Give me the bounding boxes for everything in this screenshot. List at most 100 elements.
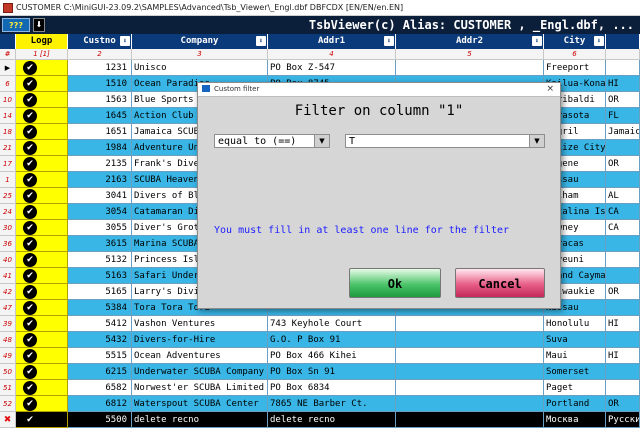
- custno-cell[interactable]: 3041: [68, 188, 132, 204]
- table-row[interactable]: 52 ✔ 6812 Waterspout SCUBA Center 7865 NE Ba…: [0, 396, 640, 412]
- logp-cell[interactable]: ✔: [16, 172, 68, 188]
- cancel-button[interactable]: Cancel: [455, 268, 545, 298]
- custno-cell[interactable]: 5500: [68, 412, 132, 428]
- custno-cell[interactable]: 1984: [68, 140, 132, 156]
- row-number[interactable]: 47: [0, 300, 16, 316]
- table-row[interactable]: 49 ✔ 5515 Ocean Adventures PO Box 466 Kihei M…: [0, 348, 640, 364]
- logp-cell[interactable]: ✔: [16, 220, 68, 236]
- custno-cell[interactable]: 3615: [68, 236, 132, 252]
- custno-cell[interactable]: 6215: [68, 364, 132, 380]
- addr1-cell[interactable]: delete recno: [268, 412, 396, 428]
- custno-cell[interactable]: 3054: [68, 204, 132, 220]
- row-number[interactable]: 41: [0, 268, 16, 284]
- operator-select[interactable]: equal to (==) ▼: [214, 134, 330, 148]
- company-cell[interactable]: Norwest'er SCUBA Limited: [132, 380, 268, 396]
- state-cell[interactable]: [606, 332, 640, 348]
- addr2-cell[interactable]: [396, 60, 544, 76]
- company-cell[interactable]: Ocean Adventures: [132, 348, 268, 364]
- row-number[interactable]: 49: [0, 348, 16, 364]
- check-icon[interactable]: ✔: [23, 61, 37, 75]
- row-number[interactable]: 25: [0, 188, 16, 204]
- state-cell[interactable]: [606, 140, 640, 156]
- city-cell[interactable]: Maui: [544, 348, 606, 364]
- check-icon[interactable]: ✔: [23, 221, 37, 235]
- city-cell[interactable]: Suva: [544, 332, 606, 348]
- check-icon[interactable]: ✔: [23, 317, 37, 331]
- addr2-cell[interactable]: [396, 348, 544, 364]
- custno-cell[interactable]: 5412: [68, 316, 132, 332]
- check-icon[interactable]: ✔: [23, 413, 37, 427]
- company-cell[interactable]: Underwater SCUBA Company: [132, 364, 268, 380]
- close-icon[interactable]: ×: [546, 83, 554, 96]
- addr1-cell[interactable]: G.O. P Box 91: [268, 332, 396, 348]
- table-row[interactable]: 48 ✔ 5432 Divers-for-Hire G.O. P Box 91 Suva: [0, 332, 640, 348]
- custno-cell[interactable]: 1645: [68, 108, 132, 124]
- custno-cell[interactable]: 1510: [68, 76, 132, 92]
- state-cell[interactable]: [606, 380, 640, 396]
- addr1-cell[interactable]: PO Box 466 Kihei: [268, 348, 396, 364]
- custno-cell[interactable]: 2163: [68, 172, 132, 188]
- check-icon[interactable]: ✔: [23, 125, 37, 139]
- row-number[interactable]: 10: [0, 92, 16, 108]
- logp-cell[interactable]: ✔: [16, 332, 68, 348]
- logp-cell[interactable]: ✔: [16, 316, 68, 332]
- state-cell[interactable]: [606, 364, 640, 380]
- addr1-cell[interactable]: 7865 NE Barber Ct.: [268, 396, 396, 412]
- col-header-addr1[interactable]: Addr1 ⬇: [268, 34, 396, 49]
- custno-cell[interactable]: 5132: [68, 252, 132, 268]
- city-cell[interactable]: Portland: [544, 396, 606, 412]
- state-cell[interactable]: CA: [606, 220, 640, 236]
- check-icon[interactable]: ✔: [23, 285, 37, 299]
- custno-cell[interactable]: 6812: [68, 396, 132, 412]
- row-number[interactable]: 39: [0, 316, 16, 332]
- state-cell[interactable]: OR: [606, 156, 640, 172]
- state-cell[interactable]: [606, 268, 640, 284]
- row-number[interactable]: 6: [0, 76, 16, 92]
- col-header-addr2[interactable]: Addr2 ⬇: [396, 34, 544, 49]
- company-cell[interactable]: Waterspout SCUBA Center: [132, 396, 268, 412]
- row-number[interactable]: 40: [0, 252, 16, 268]
- check-icon[interactable]: ✔: [23, 333, 37, 347]
- filter-value-select[interactable]: T ▼: [345, 134, 545, 148]
- row-number[interactable]: ✖: [0, 412, 16, 428]
- row-number[interactable]: ▶: [0, 60, 16, 76]
- check-icon[interactable]: ✔: [23, 397, 37, 411]
- state-cell[interactable]: OR: [606, 396, 640, 412]
- custno-cell[interactable]: 5432: [68, 332, 132, 348]
- city-cell[interactable]: Paget: [544, 380, 606, 396]
- check-icon[interactable]: ✔: [23, 93, 37, 107]
- state-cell[interactable]: AL: [606, 188, 640, 204]
- row-number[interactable]: 51: [0, 380, 16, 396]
- logp-cell[interactable]: ✔: [16, 252, 68, 268]
- table-row[interactable]: 39 ✔ 5412 Vashon Ventures 743 Keyhole Court H…: [0, 316, 640, 332]
- row-number[interactable]: 30: [0, 220, 16, 236]
- state-cell[interactable]: HI: [606, 316, 640, 332]
- addr2-cell[interactable]: [396, 396, 544, 412]
- logp-cell[interactable]: ✔: [16, 124, 68, 140]
- custno-cell[interactable]: 3055: [68, 220, 132, 236]
- sort-down-icon[interactable]: ⬇: [594, 36, 604, 46]
- row-number[interactable]: 18: [0, 124, 16, 140]
- check-icon[interactable]: ✔: [23, 77, 37, 91]
- state-cell[interactable]: HI: [606, 348, 640, 364]
- city-cell[interactable]: Somerset: [544, 364, 606, 380]
- row-number[interactable]: 50: [0, 364, 16, 380]
- addr2-cell[interactable]: [396, 364, 544, 380]
- state-cell[interactable]: CA: [606, 204, 640, 220]
- check-icon[interactable]: ✔: [23, 109, 37, 123]
- table-row[interactable]: 51 ✔ 6582 Norwest'er SCUBA Limited PO Box 68…: [0, 380, 640, 396]
- logp-cell[interactable]: ✔: [16, 108, 68, 124]
- check-icon[interactable]: ✔: [23, 189, 37, 203]
- logp-cell[interactable]: ✔: [16, 140, 68, 156]
- sort-down-icon[interactable]: ⬇: [384, 36, 394, 46]
- logp-cell[interactable]: ✔: [16, 364, 68, 380]
- state-cell[interactable]: [606, 172, 640, 188]
- company-cell[interactable]: delete recno: [132, 412, 268, 428]
- col-header-custno[interactable]: Custno ⬇: [68, 34, 132, 49]
- custno-cell[interactable]: 5165: [68, 284, 132, 300]
- addr2-cell[interactable]: [396, 412, 544, 428]
- company-cell[interactable]: Divers-for-Hire: [132, 332, 268, 348]
- city-cell[interactable]: Freeport: [544, 60, 606, 76]
- addr2-cell[interactable]: [396, 316, 544, 332]
- custno-cell[interactable]: 5384: [68, 300, 132, 316]
